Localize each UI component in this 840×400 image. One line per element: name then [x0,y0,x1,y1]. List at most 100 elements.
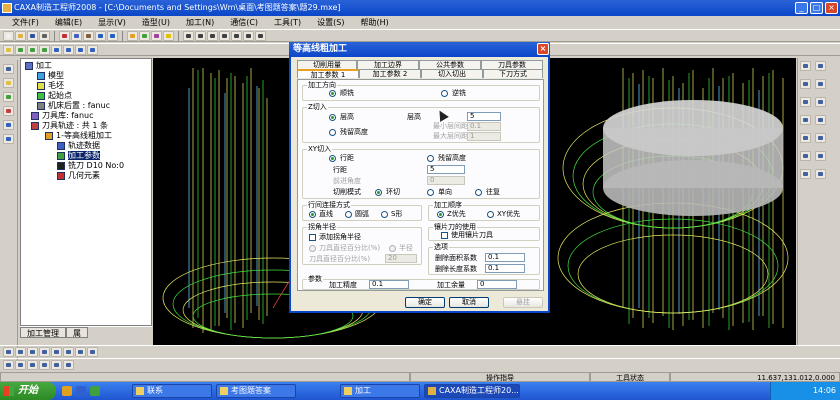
shell-icon[interactable] [87,44,98,55]
post-tool-6-icon[interactable] [63,360,74,370]
redo-icon[interactable] [107,30,118,41]
max-layer-input[interactable]: 1 [467,132,501,141]
new-file-icon[interactable] [3,30,14,41]
xy-residual-radio[interactable] [427,155,434,162]
circle-icon[interactable] [800,79,811,89]
tree-tool-lib[interactable]: 刀具库: fanuc [31,111,94,121]
rect-icon[interactable] [815,79,826,89]
view-icon[interactable] [183,30,194,41]
path-tool-4-icon[interactable] [39,347,50,357]
link-s-radio[interactable] [381,211,388,218]
tab-boundary[interactable]: 加工边界 [357,60,419,69]
tree-params[interactable]: 加工参数 [57,151,100,161]
menu-settings[interactable]: 设置(S) [309,16,352,29]
row-dist-input[interactable]: 5 [427,165,465,174]
tab-params-2[interactable]: 加工参数 2 [359,69,421,78]
blade-use-checkbox[interactable] [441,232,448,239]
corner-radius-radio[interactable] [389,245,396,252]
ok-button[interactable]: 确定 [405,297,445,308]
link-arc-radio[interactable] [345,211,352,218]
tree-geom[interactable]: 几何元素 [57,171,100,181]
zoom-icon[interactable] [195,30,206,41]
tree-post[interactable]: 机床后置 : fanuc [37,101,110,111]
path-tool-8-icon[interactable] [87,347,98,357]
tree-tool[interactable]: 铣刀 D10 No:0 [57,161,124,171]
allowance-input[interactable]: 0 [477,280,517,289]
tab-properties[interactable]: 属 [66,327,88,338]
loft-icon[interactable] [39,44,50,55]
z-layer-height-radio[interactable] [329,114,336,121]
pan-icon[interactable] [207,30,218,41]
menu-machining[interactable]: 加工(N) [178,16,222,29]
task-answers[interactable]: 考图题答案 [216,384,296,398]
xy-row-dist-radio[interactable] [329,155,336,162]
chamfer-icon[interactable] [63,44,74,55]
text-icon[interactable] [800,169,811,179]
menu-view[interactable]: 显示(V) [90,16,134,29]
task-caxa[interactable]: CAXA制造工程师20... [424,384,520,398]
undo-icon[interactable] [95,30,106,41]
copy-icon[interactable] [71,30,82,41]
close-button[interactable]: × [825,2,838,14]
tab-params-1[interactable]: 加工参数 1 [297,69,359,79]
select-icon[interactable] [3,64,14,74]
hole-icon[interactable] [75,44,86,55]
open-file-icon[interactable] [15,30,26,41]
polygon-icon[interactable] [800,115,811,125]
corner-pct-radio[interactable] [309,245,316,252]
material-icon[interactable] [163,30,174,41]
sweep-icon[interactable] [27,44,38,55]
quick-launch-2-icon[interactable] [76,386,86,396]
post-tool-1-icon[interactable] [3,360,14,370]
fillet-icon[interactable] [51,44,62,55]
layer-icon[interactable] [139,30,150,41]
mode-one-radio[interactable] [427,189,434,196]
fit-icon[interactable] [231,30,242,41]
cut-angle-input[interactable]: 0 [427,176,465,185]
maximize-button[interactable]: □ [810,2,823,14]
mode-zigzag-radio[interactable] [475,189,482,196]
post-tool-3-icon[interactable] [27,360,38,370]
pause-button[interactable]: 悬挂 [503,297,543,308]
offset-icon[interactable] [815,115,826,125]
path-tool-5-icon[interactable] [51,347,62,357]
post-tool-5-icon[interactable] [51,360,62,370]
minimize-button[interactable]: _ [795,2,808,14]
dialog-close-button[interactable]: × [537,43,549,55]
shade-icon[interactable] [255,30,266,41]
save-icon[interactable] [27,30,38,41]
revolve-icon[interactable] [15,44,26,55]
tab-tool-params[interactable]: 刀具参数 [481,60,543,69]
menu-help[interactable]: 帮助(H) [353,16,397,29]
cut-icon[interactable] [59,30,70,41]
sketch-icon[interactable] [3,78,14,88]
rotate-icon[interactable] [219,30,230,41]
min-length-input[interactable]: 0.1 [485,264,525,273]
min-layer-input[interactable]: 0.1 [467,122,501,131]
tree-paths[interactable]: 刀具轨迹 : 共 1 条 [31,121,108,131]
tree-op1[interactable]: 1-等高线粗加工 [45,131,112,141]
color-icon[interactable] [151,30,162,41]
menu-model[interactable]: 造型(U) [134,16,178,29]
start-button[interactable]: 开始 [0,382,56,400]
print-icon[interactable] [39,30,50,41]
tree-traj[interactable]: 轨迹数据 [57,141,100,151]
task-machining[interactable]: 加工 [340,384,420,398]
path-tool-2-icon[interactable] [15,347,26,357]
mode-loop-radio[interactable] [375,189,382,196]
menu-comm[interactable]: 通信(C) [222,16,266,29]
post-tool-4-icon[interactable] [39,360,50,370]
extrude-icon[interactable] [3,44,14,55]
tab-lead-in-out[interactable]: 切入切出 [421,69,483,78]
layer-height-input[interactable]: 5 [467,112,501,121]
post-tool-2-icon[interactable] [15,360,26,370]
path-tool-1-icon[interactable] [3,347,14,357]
tab-cut-amount[interactable]: 切削用量 [297,60,357,69]
extend-icon[interactable] [815,133,826,143]
trim-icon[interactable] [800,133,811,143]
min-area-input[interactable]: 0.1 [485,253,525,262]
spline-icon[interactable] [800,97,811,107]
point-icon[interactable] [815,97,826,107]
paste-icon[interactable] [83,30,94,41]
order-z-radio[interactable] [437,211,444,218]
